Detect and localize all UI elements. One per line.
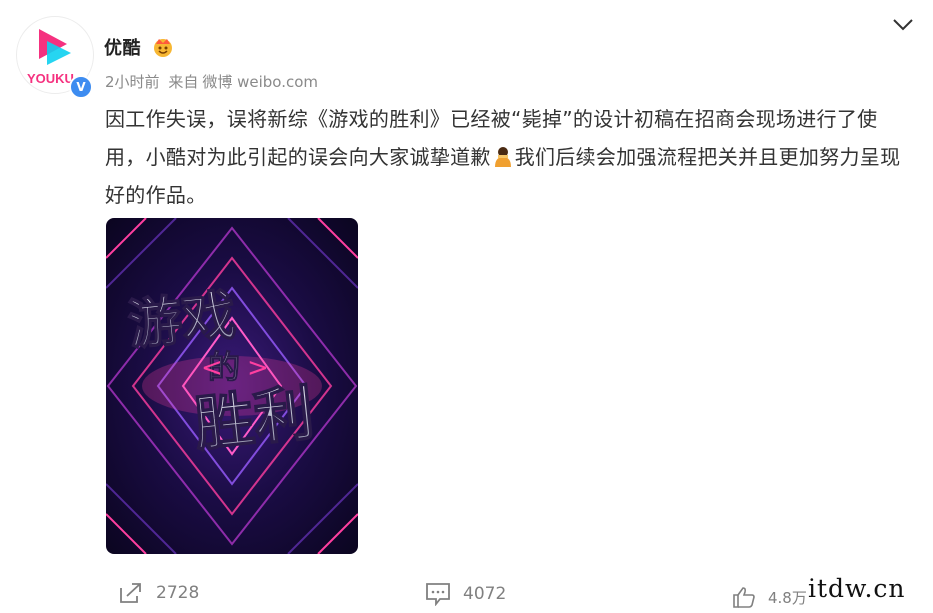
bow-emoji-icon <box>494 147 511 167</box>
poster-bracket-right-icon: > <box>247 353 269 383</box>
source-prefix: 来自 <box>168 73 199 91</box>
like-count: 4.8万 <box>768 588 807 607</box>
poster-title-line1: 游戏 <box>125 283 239 357</box>
poster-bracket-left-icon: < <box>201 353 223 383</box>
comment-icon <box>426 583 450 606</box>
crown-badge-icon[interactable] <box>152 36 174 58</box>
poster-graphic: 游戏 的 < > 胜利 <box>106 218 358 554</box>
repost-count: 2728 <box>156 583 200 603</box>
comment-count: 4072 <box>463 584 507 604</box>
post-time[interactable]: 2小时前 <box>105 73 160 91</box>
author-name[interactable]: 优酷 <box>104 34 141 60</box>
watermark: itdw.cn <box>808 574 906 603</box>
verified-badge: V <box>69 75 93 99</box>
post-text: 因工作失误，误将新综《游戏的胜利》已经被“毙掉”的设计初稿在招商会现场进行了使用… <box>105 100 915 214</box>
post-image[interactable]: 游戏 的 < > 胜利 <box>106 218 358 554</box>
post-meta: 2小时前 来自 微博 weibo.com <box>105 71 322 92</box>
repost-button[interactable]: 2728 <box>118 582 199 604</box>
like-button[interactable]: 4.8万 <box>732 586 807 608</box>
comment-button[interactable]: 4072 <box>425 582 506 606</box>
post-source[interactable]: 微博 weibo.com <box>202 73 318 91</box>
share-icon <box>120 583 141 603</box>
thumbs-up-icon <box>733 587 755 608</box>
chevron-down-icon[interactable] <box>892 18 914 32</box>
avatar-label: YOUKU <box>27 71 74 86</box>
poster-title-line3: 胜利 <box>191 378 318 460</box>
